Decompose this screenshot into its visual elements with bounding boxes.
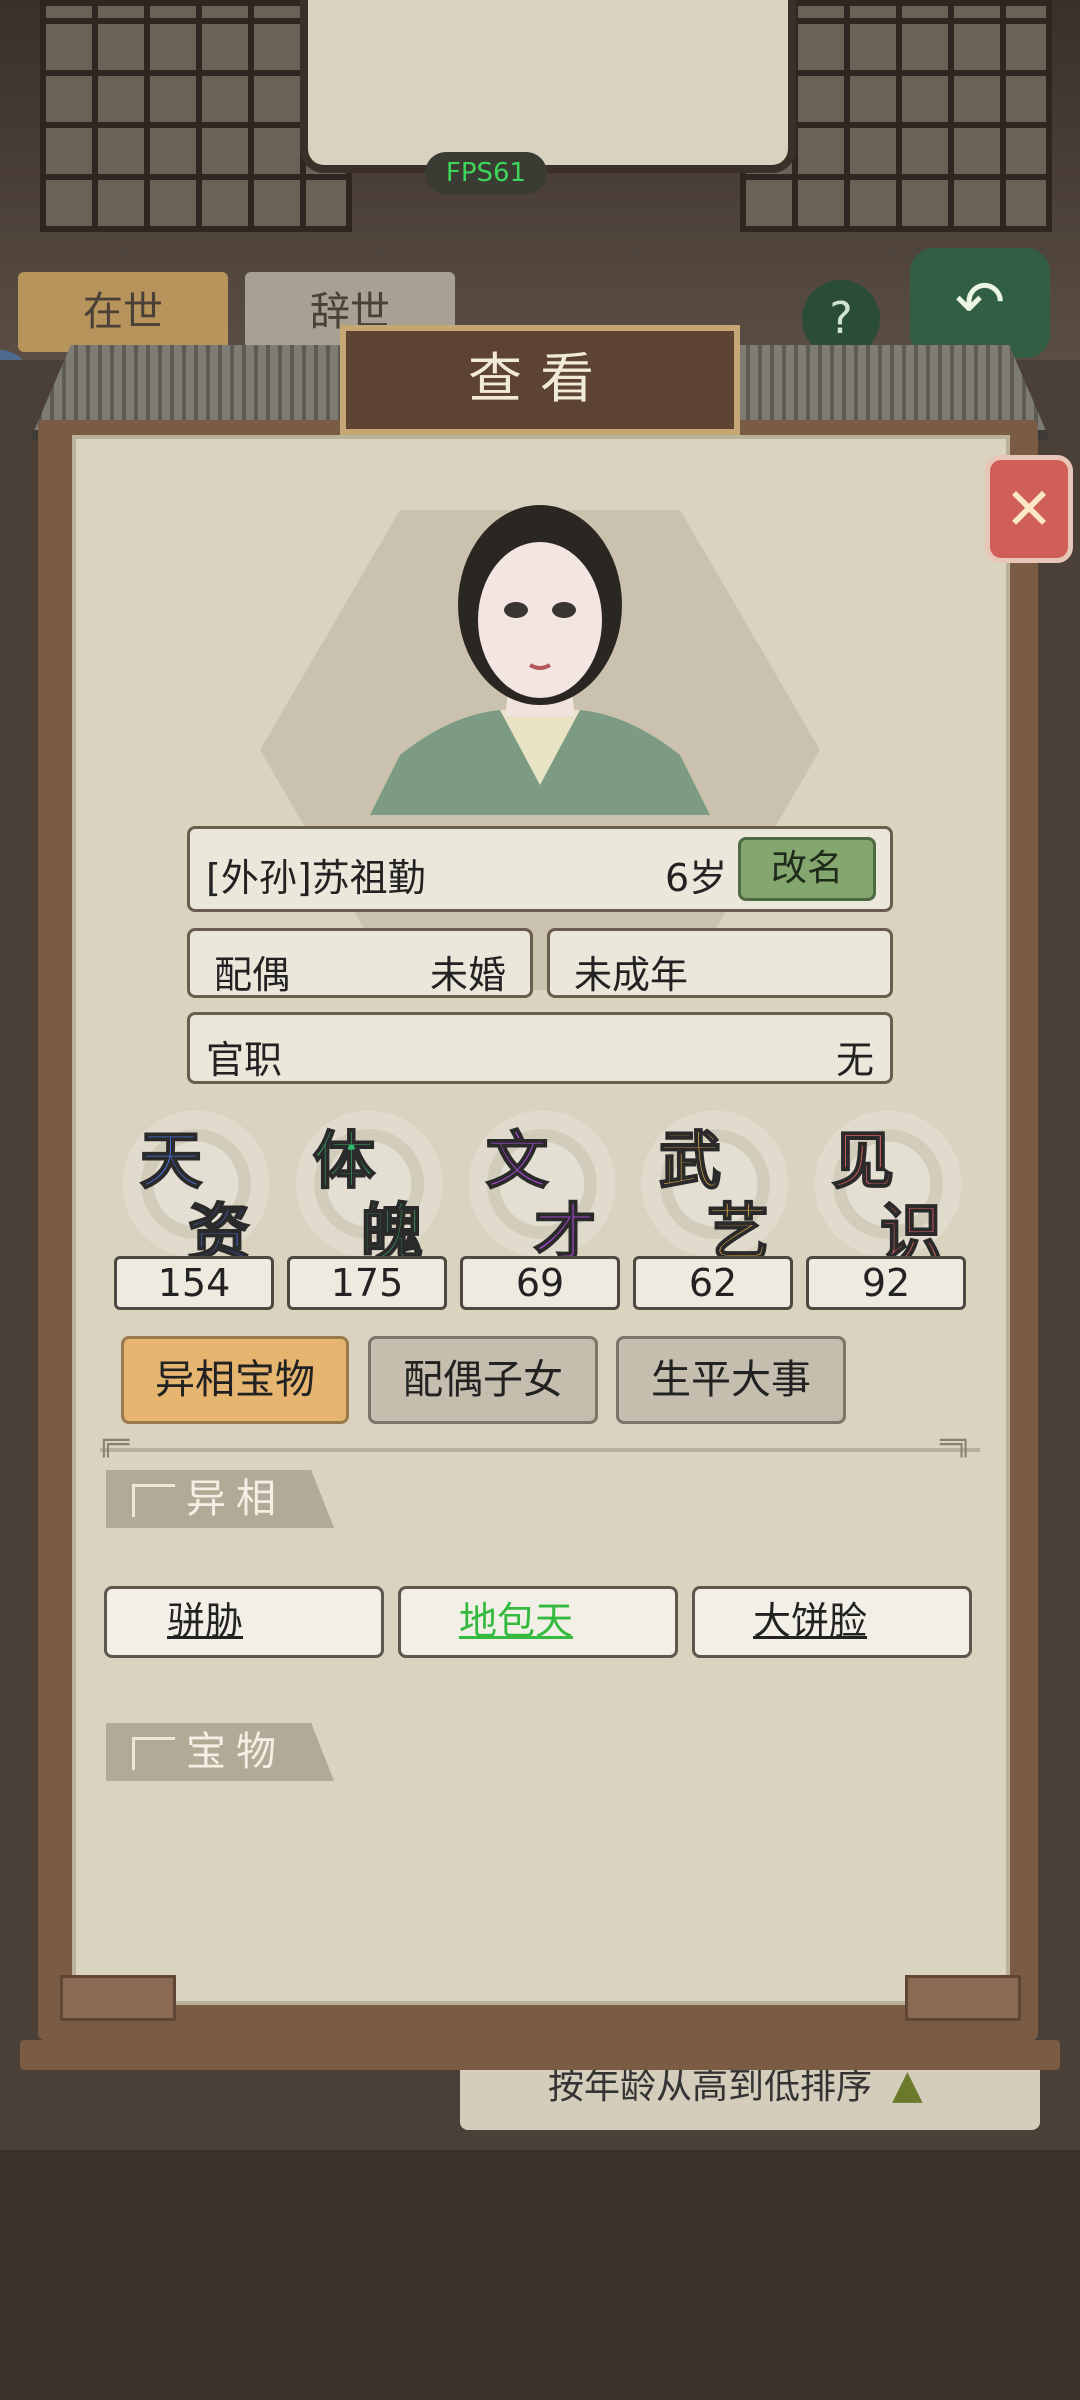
close-scroll-icon: ✕ bbox=[1004, 475, 1054, 543]
spouse-row: 配偶 未婚 bbox=[187, 928, 533, 998]
background-floor bbox=[0, 2150, 1080, 2400]
character-age: 6岁 bbox=[665, 856, 728, 900]
office-value: 无 bbox=[835, 1038, 874, 1082]
orchid-painting bbox=[300, 0, 796, 173]
trait-item[interactable]: 地包天 bbox=[398, 1586, 678, 1658]
rename-button[interactable]: 改名 bbox=[738, 837, 876, 901]
question-icon: ? bbox=[829, 293, 853, 344]
trait-item[interactable]: 骈胁 bbox=[104, 1586, 384, 1658]
office-row: 官职 无 bbox=[187, 1012, 893, 1084]
traits-title-text: 异相 bbox=[186, 1476, 286, 1522]
name-row: [外孙]苏祖勤 6岁 改名 bbox=[187, 826, 893, 912]
adulthood-row: 未成年 bbox=[547, 928, 893, 998]
divider-ornament-left: ╔═ bbox=[98, 1428, 130, 1458]
section-divider bbox=[100, 1448, 980, 1452]
tab-traits-treasures[interactable]: 异相宝物 bbox=[121, 1336, 349, 1424]
treasures-section-title: 宝物 bbox=[106, 1723, 334, 1781]
stat-aptitude-value: 154 bbox=[114, 1256, 274, 1310]
stat-martial-value: 62 bbox=[633, 1256, 793, 1310]
fret-pattern-icon bbox=[132, 1484, 175, 1517]
treasures-title-text: 宝物 bbox=[186, 1729, 286, 1775]
return-arrow-icon: ↶ bbox=[954, 268, 1006, 338]
close-button[interactable]: ✕ bbox=[985, 455, 1073, 563]
traits-section-title: 异相 bbox=[106, 1470, 334, 1528]
office-label: 官职 bbox=[206, 1038, 283, 1082]
divider-ornament-right: ═╗ bbox=[940, 1428, 972, 1458]
back-button[interactable]: ↶ bbox=[910, 248, 1050, 358]
railing-left bbox=[60, 1975, 176, 2021]
spouse-label: 配偶 bbox=[214, 953, 291, 997]
fps-counter: FPS61 bbox=[425, 152, 547, 194]
spouse-value: 未婚 bbox=[429, 953, 506, 997]
tab-spouse-children[interactable]: 配偶子女 bbox=[368, 1336, 598, 1424]
dialog-bottom-rail bbox=[20, 2040, 1060, 2070]
dialog-title: 查看 bbox=[340, 325, 740, 435]
tab-life-events[interactable]: 生平大事 bbox=[616, 1336, 846, 1424]
stat-knowledge-value: 92 bbox=[806, 1256, 966, 1310]
tab-alive[interactable]: 在世 bbox=[18, 272, 228, 352]
adulthood-status: 未成年 bbox=[574, 953, 689, 997]
character-portrait bbox=[370, 505, 710, 815]
railing-right bbox=[905, 1975, 1021, 2021]
character-name: [外孙]苏祖勤 bbox=[206, 856, 426, 900]
stat-physique-value: 175 bbox=[287, 1256, 447, 1310]
fret-pattern-icon bbox=[132, 1737, 175, 1770]
sort-label: 按年龄从高到低排序 bbox=[548, 2066, 873, 2107]
trait-item[interactable]: 大饼脸 bbox=[692, 1586, 972, 1658]
stat-literary-value: 69 bbox=[460, 1256, 620, 1310]
